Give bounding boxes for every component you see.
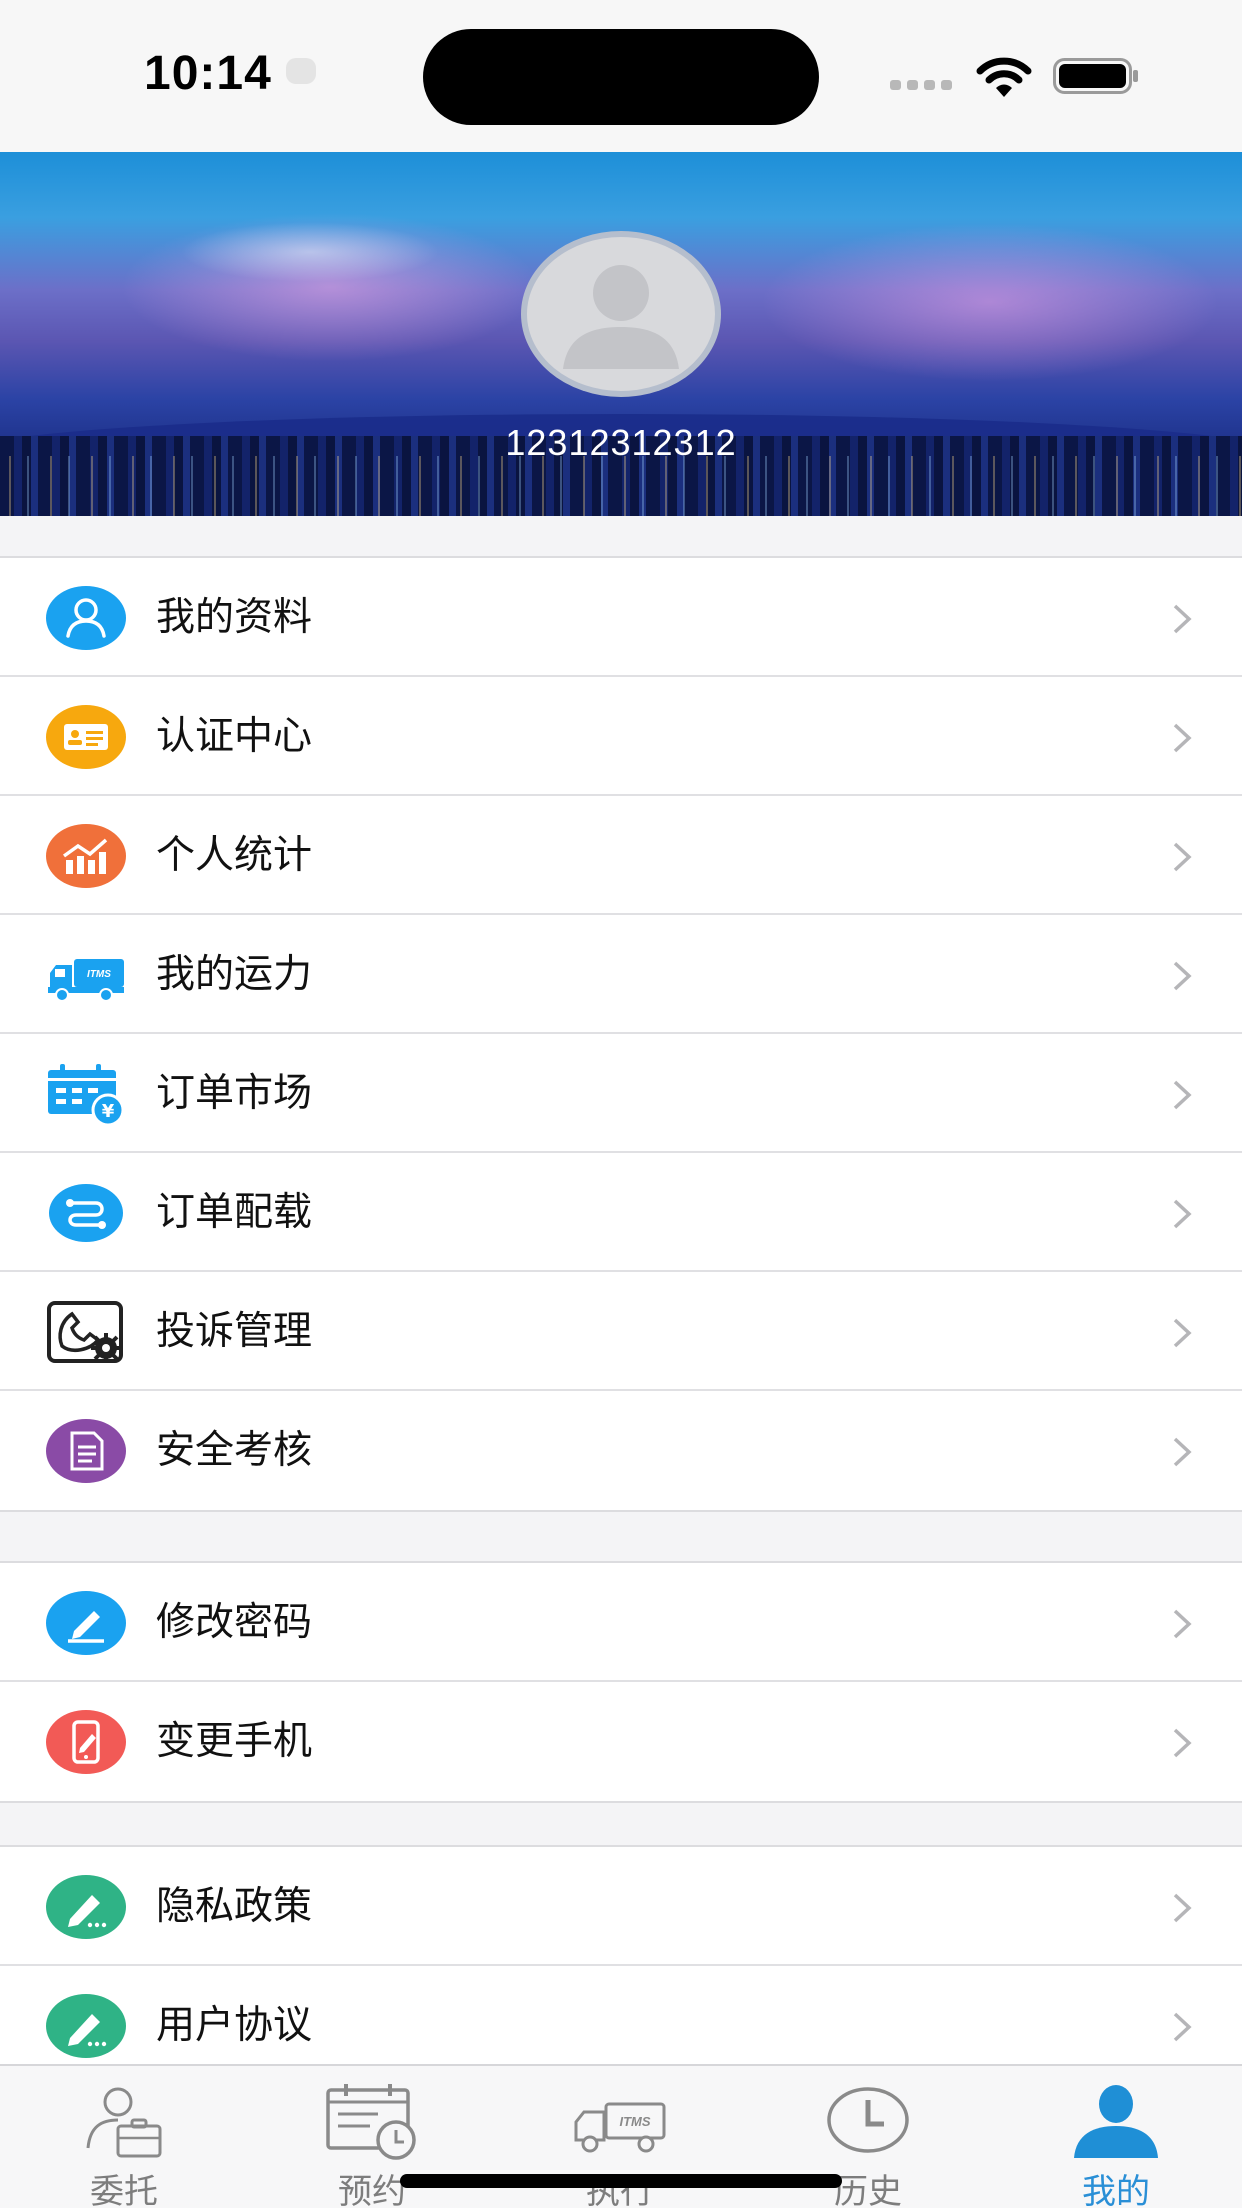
menu-group-legal: 隐私政策 用户协议 [0,1845,1242,2087]
chevron-right-icon [1173,1728,1192,1758]
menu-item-label: 隐私政策 [156,1884,313,1929]
phone-settings-icon [46,1300,126,1364]
signal-icon [890,80,952,90]
svg-text:¥: ¥ [102,1101,115,1122]
id-card-icon [46,705,126,769]
menu-item-certification[interactable]: 认证中心 [0,677,1242,796]
menu-item-label: 我的资料 [156,595,313,640]
chevron-right-icon [1173,1437,1192,1467]
statistics-icon [46,824,126,888]
battery-icon [1053,58,1138,94]
menu-item-complaint-management[interactable]: 投诉管理 [0,1272,1242,1391]
pen-icon [46,1875,126,1939]
menu-item-safety-assessment[interactable]: 安全考核 [0,1391,1242,1510]
menu-item-privacy-policy[interactable]: 隐私政策 [0,1847,1242,1966]
menu-item-label: 安全考核 [156,1428,313,1473]
pencil-icon [46,1591,126,1655]
tab-mine[interactable]: 我的 [992,2066,1240,2208]
calendar-clock-icon [326,2084,416,2160]
menu-item-label: 用户协议 [156,2003,313,2048]
chevron-right-icon [1173,961,1192,991]
menu-item-order-loading[interactable]: 订单配载 [0,1153,1242,1272]
truck-icon: ITMS [46,943,126,1007]
menu-item-label: 投诉管理 [156,1309,313,1354]
phone-edit-icon [46,1710,126,1774]
person-icon [1074,2085,1158,2158]
banner-glow [760,222,1220,382]
chevron-right-icon [1173,842,1192,872]
svg-text:ITMS: ITMS [87,969,111,980]
banner-city-lights [0,456,1242,516]
route-icon [46,1181,126,1245]
username: 12312312312 [505,422,737,463]
briefcase-person-icon [86,2087,162,2158]
menu-group-account: 我的资料 认证中心 个人统计 ITMS 我的运力 ¥ 订单市场 订单配载 投诉管… [0,556,1242,1512]
user-icon [46,586,126,650]
menu-item-my-profile[interactable]: 我的资料 [0,558,1242,677]
truck-icon: ITMS [574,2102,666,2153]
menu-item-label: 认证中心 [156,714,313,759]
status-time: 10:14 [144,47,272,100]
chevron-right-icon [1173,1893,1192,1923]
menu-item-label: 变更手机 [156,1719,313,1764]
menu-item-label: 订单市场 [156,1071,313,1116]
chevron-right-icon [1173,1609,1192,1639]
chevron-right-icon [1173,723,1192,753]
document-icon [46,1419,126,1483]
pen-icon [46,1994,126,2058]
chevron-right-icon [1173,1199,1192,1229]
wifi-icon [976,57,1032,97]
menu-item-change-password[interactable]: 修改密码 [0,1563,1242,1682]
menu-item-my-capacity[interactable]: ITMS 我的运力 [0,915,1242,1034]
status-bar: 10:14 [0,0,1242,152]
banner-cloud [180,222,440,282]
tab-label: 我的 [1082,2172,1150,2208]
avatar-placeholder-icon [563,265,679,369]
menu-item-order-market[interactable]: ¥ 订单市场 [0,1034,1242,1153]
chevron-right-icon [1173,604,1192,634]
order-calendar-icon: ¥ [46,1062,126,1126]
svg-text:ITMS: ITMS [619,2114,650,2129]
tab-label: 委托 [90,2172,158,2208]
chevron-right-icon [1173,1080,1192,1110]
clock-icon [827,2087,909,2153]
tab-entrust[interactable]: 委托 [0,2066,248,2208]
menu-item-label: 订单配载 [156,1190,313,1235]
chevron-right-icon [1173,2012,1192,2042]
menu-item-label: 个人统计 [156,833,313,878]
menu-group-security: 修改密码 变更手机 [0,1561,1242,1803]
chevron-right-icon [1173,1318,1192,1348]
home-indicator [400,2174,842,2188]
menu-item-change-phone[interactable]: 变更手机 [0,1682,1242,1801]
menu-item-personal-statistics[interactable]: 个人统计 [0,796,1242,915]
status-indicator [286,58,316,84]
menu-item-label: 我的运力 [156,952,313,997]
menu-item-label: 修改密码 [156,1600,313,1645]
dynamic-island [423,29,819,125]
avatar[interactable] [521,231,721,397]
